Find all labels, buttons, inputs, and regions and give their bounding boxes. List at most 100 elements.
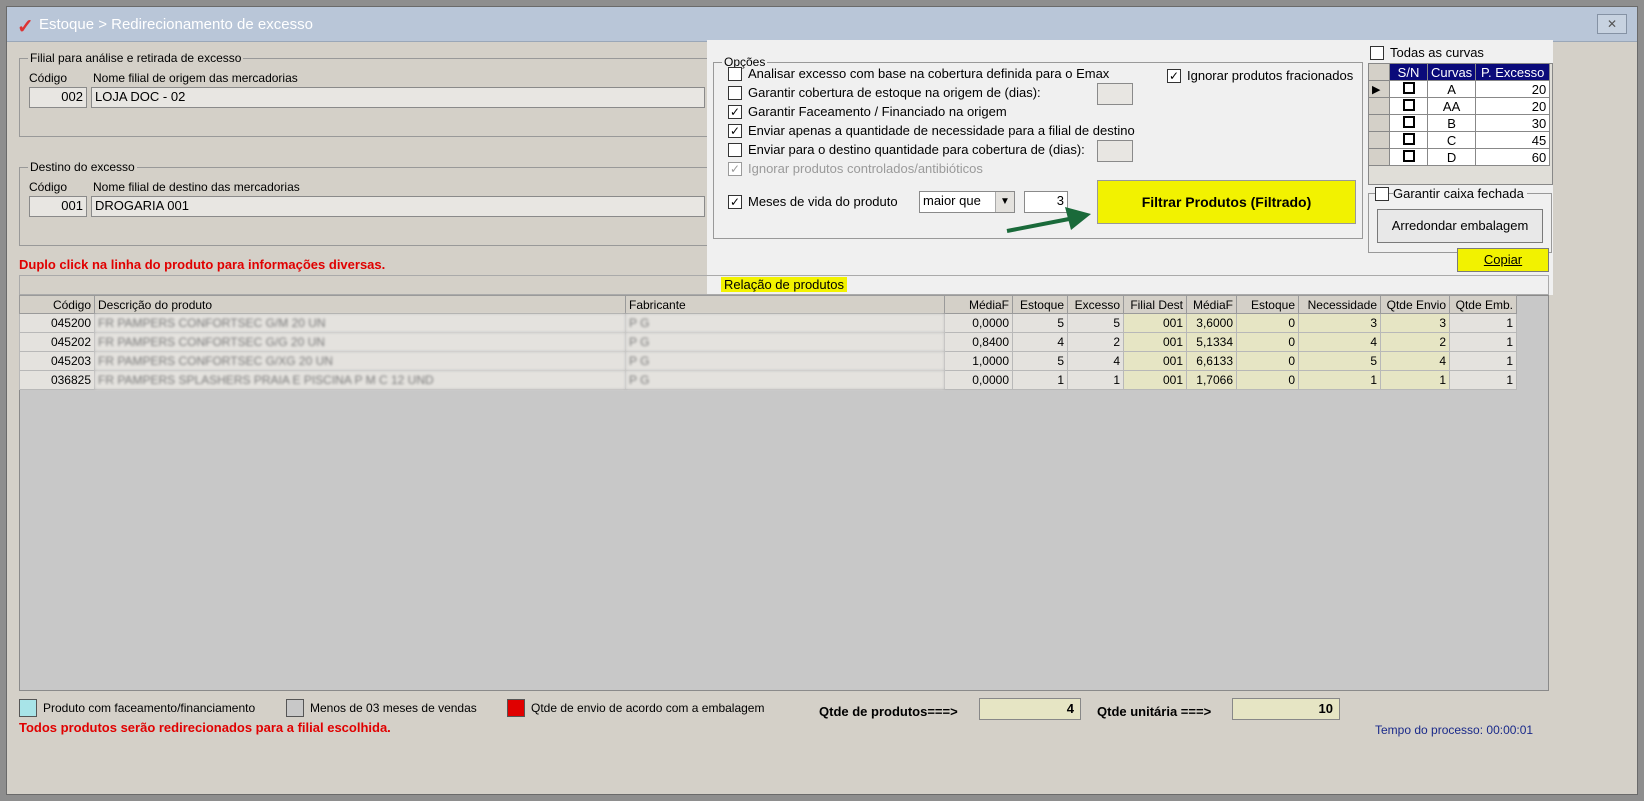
qty-units-label: Qtde unitária ===> xyxy=(1097,704,1212,719)
origin-name-label: Nome filial de origem das mercadorias xyxy=(93,71,298,85)
curve-select-checkbox[interactable] xyxy=(1389,148,1428,166)
cell-avg-origin: 1,0000 xyxy=(944,351,1013,371)
main-window: ✓ Estoque > Redirecionamento de excesso … xyxy=(6,6,1638,795)
curve-select-checkbox[interactable] xyxy=(1389,131,1428,149)
grid-header-row: Código Descrição do produto Fabricante M… xyxy=(19,295,1517,314)
option-emax-label: Analisar excesso com base na cobertura d… xyxy=(748,66,1110,81)
curve-pct[interactable]: 20 xyxy=(1475,97,1551,115)
grid-header[interactable]: Estoque xyxy=(1236,295,1299,314)
products-tab[interactable]: Relação de produtos xyxy=(721,277,847,292)
window-title: Estoque > Redirecionamento de excesso xyxy=(39,16,313,33)
curve-select-checkbox[interactable] xyxy=(1389,80,1428,98)
curve-row[interactable]: ▶ A 20 xyxy=(1368,80,1551,98)
destination-name-label: Nome filial de destino das mercadorias xyxy=(93,180,300,194)
cell-stock-origin: 5 xyxy=(1012,351,1068,371)
grid-header[interactable]: Estoque xyxy=(1012,295,1068,314)
cell-stock-origin: 4 xyxy=(1012,332,1068,352)
option-emax-checkbox[interactable] xyxy=(728,67,742,81)
ignore-fractional-checkbox[interactable]: ✓ xyxy=(1167,69,1181,83)
months-life-label: Meses de vida do produto xyxy=(748,194,898,209)
cell-avg-origin: 0,0000 xyxy=(944,370,1013,390)
option-dest-coverage-label: Enviar para o destino quantidade para co… xyxy=(748,142,1085,157)
curve-select-checkbox[interactable] xyxy=(1389,97,1428,115)
grid-header[interactable]: Necessidade xyxy=(1298,295,1381,314)
grid-header[interactable]: Fabricante xyxy=(625,295,945,314)
grid-header[interactable]: Qtde Emb. xyxy=(1449,295,1517,314)
curve-pct[interactable]: 30 xyxy=(1475,114,1551,132)
copy-button[interactable]: Copiar xyxy=(1457,248,1549,272)
curve-name: D xyxy=(1426,148,1477,166)
row-header xyxy=(1368,97,1390,115)
dest-coverage-days-input[interactable] xyxy=(1097,140,1133,162)
closed-box-checkbox[interactable] xyxy=(1375,187,1389,201)
option-necessity-checkbox[interactable]: ✓ xyxy=(728,124,742,138)
cell-necessity: 1 xyxy=(1298,370,1381,390)
curve-row[interactable]: C 45 xyxy=(1368,131,1551,149)
option-faceamento-checkbox[interactable]: ✓ xyxy=(728,105,742,119)
round-packaging-button[interactable]: Arredondar embalagem xyxy=(1377,209,1543,243)
cell-manufacturer: P G xyxy=(625,332,945,352)
products-grid: Código Descrição do produto Fabricante M… xyxy=(19,295,1517,390)
table-row[interactable]: 036825 FR PAMPERS SPLASHERS PRAIA E PISC… xyxy=(19,370,1517,390)
destination-code-field[interactable]: 001 xyxy=(29,196,87,217)
curve-pct[interactable]: 20 xyxy=(1475,80,1551,98)
option-controlled-checkbox: ✓ xyxy=(728,162,742,176)
legend-embalagem-label: Qtde de envio de acordo com a embalagem xyxy=(531,701,765,715)
curves-header-pct: P. Excesso xyxy=(1475,63,1551,81)
cell-manufacturer: P G xyxy=(625,351,945,371)
double-click-hint: Duplo click na linha do produto para inf… xyxy=(19,257,386,272)
grid-header[interactable]: Qtde Envio xyxy=(1380,295,1450,314)
months-life-checkbox[interactable]: ✓ xyxy=(728,195,742,209)
curve-row[interactable]: B 30 xyxy=(1368,114,1551,132)
months-operator-select[interactable]: maior que ▼ xyxy=(919,191,1015,213)
curve-checkbox-box[interactable] xyxy=(1402,98,1415,111)
grid-header[interactable]: Código xyxy=(19,295,95,314)
curve-checkbox-box[interactable] xyxy=(1402,81,1415,94)
origin-legend: Filial para análise e retirada de excess… xyxy=(30,51,242,65)
origin-name-field[interactable]: LOJA DOC - 02 xyxy=(91,87,705,108)
cell-code: 045203 xyxy=(19,351,95,371)
table-row[interactable]: 045203 FR PAMPERS CONFORTSEC G/XG 20 UN … xyxy=(19,351,1517,371)
green-arrow-icon xyxy=(1006,207,1091,233)
origin-coverage-days-input[interactable] xyxy=(1097,83,1133,105)
curve-checkbox-box[interactable] xyxy=(1402,115,1415,128)
curves-header-curves: Curvas xyxy=(1426,63,1477,81)
curve-pct[interactable]: 45 xyxy=(1475,131,1551,149)
cell-code: 036825 xyxy=(19,370,95,390)
cell-description: FR PAMPERS CONFORTSEC G/XG 20 UN xyxy=(94,351,626,371)
cell-dest-branch: 001 xyxy=(1123,370,1187,390)
cell-stock-dest: 0 xyxy=(1236,370,1299,390)
grid-header[interactable]: Descrição do produto xyxy=(94,295,626,314)
cell-stock-dest: 0 xyxy=(1236,351,1299,371)
close-button[interactable]: ✕ xyxy=(1597,14,1627,34)
option-origin-coverage-checkbox[interactable] xyxy=(728,86,742,100)
cell-pack-qty: 1 xyxy=(1449,370,1517,390)
filter-products-button[interactable]: Filtrar Produtos (Filtrado) xyxy=(1097,180,1356,224)
cell-dest-branch: 001 xyxy=(1123,351,1187,371)
curve-checkbox-box[interactable] xyxy=(1402,132,1415,145)
cell-send-qty: 3 xyxy=(1380,313,1450,333)
curve-row[interactable]: AA 20 xyxy=(1368,97,1551,115)
curve-checkbox-box[interactable] xyxy=(1402,149,1415,162)
option-dest-coverage-checkbox[interactable] xyxy=(728,143,742,157)
table-row[interactable]: 045202 FR PAMPERS CONFORTSEC G/G 20 UN P… xyxy=(19,332,1517,352)
curves-corner xyxy=(1368,63,1390,81)
row-pointer-icon: ▶ xyxy=(1368,80,1390,98)
origin-code-field[interactable]: 002 xyxy=(29,87,87,108)
curves-header-sn: S/N xyxy=(1389,63,1428,81)
cell-manufacturer: P G xyxy=(625,313,945,333)
grid-header[interactable]: MédiaF xyxy=(1186,295,1237,314)
curve-pct[interactable]: 60 xyxy=(1475,148,1551,166)
curve-select-checkbox[interactable] xyxy=(1389,114,1428,132)
grid-header[interactable]: Filial Dest xyxy=(1123,295,1187,314)
qty-products-label: Qtde de produtos===> xyxy=(819,704,958,719)
curve-row[interactable]: D 60 xyxy=(1368,148,1551,166)
cell-avg-origin: 0,8400 xyxy=(944,332,1013,352)
grid-header[interactable]: MédiaF xyxy=(944,295,1013,314)
destination-name-field[interactable]: DROGARIA 001 xyxy=(91,196,705,217)
all-curves-checkbox[interactable] xyxy=(1370,46,1384,60)
table-row[interactable]: 045200 FR PAMPERS CONFORTSEC G/M 20 UN P… xyxy=(19,313,1517,333)
grid-header[interactable]: Excesso xyxy=(1067,295,1124,314)
all-curves-label: Todas as curvas xyxy=(1390,45,1484,60)
cell-description: FR PAMPERS CONFORTSEC G/G 20 UN xyxy=(94,332,626,352)
